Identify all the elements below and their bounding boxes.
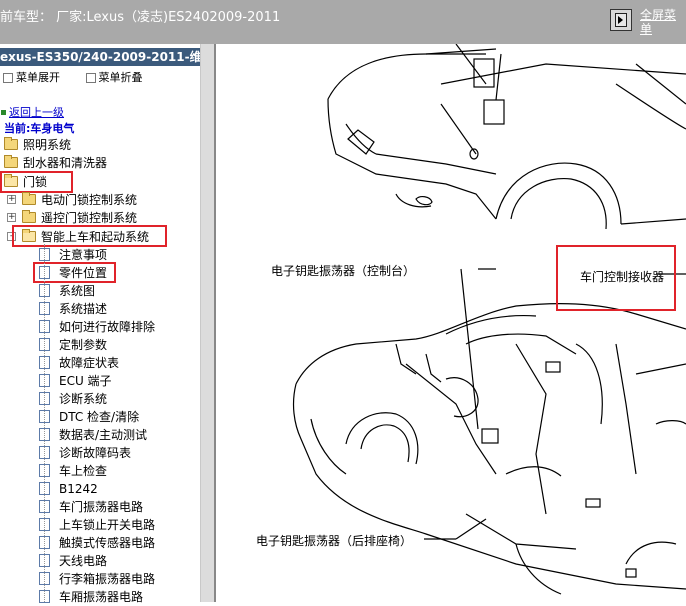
fullscreen-button[interactable] <box>610 9 632 31</box>
left-panel-scrollbar[interactable] <box>200 44 215 602</box>
label-console-oscillator: 电子钥匙振荡器（控制台） <box>271 264 416 278</box>
fullscreen-icon <box>615 13 627 27</box>
highlight-smart-entry <box>12 225 167 247</box>
fullscreen-menu-link[interactable]: 全屏菜单 <box>640 8 680 36</box>
back-icon <box>1 110 6 115</box>
folder-icon <box>4 155 18 168</box>
car-diagram <box>292 44 686 595</box>
expand-menu-button[interactable]: 菜单展开 <box>0 71 70 84</box>
manual-title: exus-ES350/240-2009-2011-维修手 <box>0 48 212 66</box>
expand-label: 菜单展开 <box>16 71 60 84</box>
highlight-door-lock <box>0 171 73 193</box>
folder-icon <box>22 192 36 205</box>
expand-icon <box>3 73 13 83</box>
highlight-door-receiver <box>556 245 676 311</box>
label-rear-oscillator: 电子钥匙振荡器（后排座椅） <box>256 534 413 548</box>
menu-toolbar: 菜单展开 菜单折叠 <box>0 69 163 85</box>
left-menu-panel: exus-ES350/240-2009-2011-维修手 菜单展开 菜单折叠 返… <box>0 44 212 604</box>
expand-plus-icon: + <box>7 212 16 222</box>
folder-icon <box>22 210 36 223</box>
expand-plus-icon: + <box>7 194 16 204</box>
folder-icon <box>4 137 18 150</box>
diagram-area: 电子钥匙振荡器（控制台） 车门控制接收器 电子钥匙振荡器（后排座椅） <box>216 44 686 602</box>
collapse-label: 菜单折叠 <box>98 71 143 84</box>
tree-guide-line <box>44 244 45 602</box>
collapse-icon <box>85 73 96 83</box>
vehicle-title: 前车型： 厂家:Lexus（凌志)ES2402009-2011 <box>0 10 281 25</box>
top-bar: 前车型： 厂家:Lexus（凌志)ES2402009-2011 全屏菜单 <box>0 0 686 44</box>
collapse-menu-button[interactable]: 菜单折叠 <box>84 71 153 84</box>
highlight-parts-location <box>33 262 116 283</box>
